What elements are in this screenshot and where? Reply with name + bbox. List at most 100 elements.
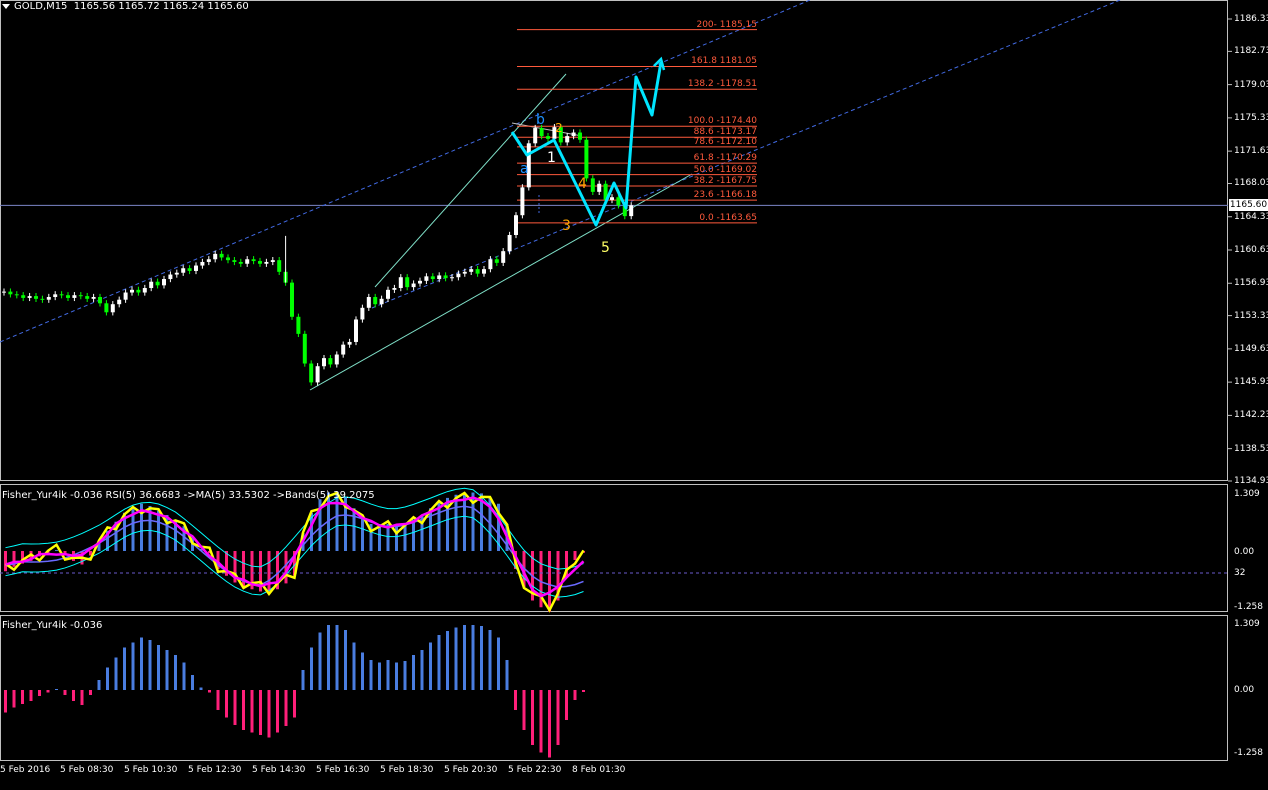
y-tick-label: 1182.73: [1234, 46, 1268, 57]
histogram-bar: [522, 690, 526, 730]
candle-body: [104, 303, 109, 313]
candle-body: [424, 276, 429, 281]
candle-body: [59, 294, 64, 296]
candle-body: [347, 341, 352, 345]
ind1-tick-top: 1.309: [1234, 489, 1260, 499]
histogram-bar: [174, 655, 177, 690]
histogram-bar: [106, 667, 109, 690]
main-chart-frame: [0, 0, 1228, 481]
histogram-bar: [344, 630, 347, 690]
histogram-bar: [429, 642, 432, 690]
candle-body: [411, 283, 416, 288]
histogram-bar: [565, 690, 568, 720]
chart-header[interactable]: GOLD,M15 1165.56 1165.72 1165.24 1165.60: [2, 1, 249, 13]
candle-body: [277, 260, 282, 272]
candle-body: [98, 297, 102, 304]
ind2-tick-top: 1.309: [1234, 619, 1260, 629]
candle-body: [232, 260, 237, 262]
candle-body: [571, 132, 576, 137]
trendline-top: [511, 122, 583, 137]
histogram-bar: [29, 690, 33, 701]
candle-body: [206, 259, 211, 262]
candle-body: [8, 291, 13, 295]
indicator1-header: Fisher_Yur4ik -0.036 RSI(5) 36.6683 ->MA…: [2, 490, 375, 501]
candle-body: [85, 296, 90, 299]
x-label-6: 5 Feb 18:30: [380, 765, 434, 775]
wave-label-a: a: [520, 161, 529, 177]
ind2-tick-zero: 0.00: [1234, 685, 1255, 695]
histogram-bar: [259, 690, 262, 735]
histogram-bar: [80, 690, 84, 705]
fib-level-label: 161.8 1181.05: [691, 56, 757, 67]
histogram-bar: [454, 627, 458, 690]
x-label-4: 5 Feb 14:30: [252, 765, 306, 775]
candle-body: [629, 205, 634, 217]
histogram-bar: [403, 661, 407, 690]
histogram-bar: [191, 675, 194, 690]
triangle-down-icon[interactable]: [2, 3, 10, 9]
candle-body: [302, 333, 307, 364]
candle-body: [386, 289, 390, 299]
candle-body: [245, 259, 250, 264]
histogram-bar: [548, 551, 551, 612]
ohlc-readout: 1165.56 1165.72 1165.24 1165.60: [73, 1, 249, 12]
candle-body: [46, 297, 51, 300]
histogram-bar: [21, 690, 24, 704]
histogram-bar: [352, 642, 356, 690]
trendline-support: [309, 173, 693, 391]
histogram-bar: [4, 690, 7, 713]
histogram-bar: [395, 662, 398, 690]
candle-body: [309, 363, 314, 383]
histogram-bar: [412, 655, 415, 690]
candle-body: [354, 319, 358, 342]
x-label-1: 5 Feb 08:30: [60, 765, 114, 775]
candle-body: [296, 316, 301, 334]
histogram-bar: [38, 690, 41, 696]
candle-body: [213, 253, 218, 260]
histogram-bar: [89, 690, 92, 695]
candle-body: [501, 251, 506, 263]
ind1-tick-zero: 0.00: [1234, 547, 1255, 557]
fib-level-label: 38.2 -1167.75: [693, 176, 757, 186]
candle-body: [578, 132, 582, 140]
histogram-bar: [284, 551, 288, 584]
histogram-bar: [284, 690, 288, 726]
candle-body: [565, 136, 570, 143]
histogram-bar: [157, 510, 160, 551]
candle-body: [219, 253, 224, 258]
fib-level-label: 61.8 -1170.29: [693, 153, 757, 164]
fib-level-label: 100.0 -1174.40: [687, 116, 757, 127]
histogram-bar: [242, 690, 245, 730]
histogram-bar: [556, 690, 560, 745]
candle-body: [507, 234, 512, 252]
candle-body: [117, 299, 122, 305]
trading-chart-window[interactable]: GOLD,M15 1165.56 1165.72 1165.24 1165.60…: [0, 0, 1268, 786]
wave-label-1: 1: [547, 150, 556, 166]
chart-canvas[interactable]: [0, 0, 1268, 786]
candle-body: [398, 277, 403, 289]
candle-body: [539, 128, 544, 137]
candle-body: [494, 259, 499, 263]
fib-level-label: 200- 1185.15: [696, 19, 757, 30]
candle-body: [590, 178, 595, 192]
histogram-bar: [148, 640, 152, 690]
histogram-bar: [72, 690, 75, 701]
histogram-bar: [488, 630, 492, 690]
trendline-channel: [374, 73, 567, 288]
fib-level-label: 23.6 -1166.18: [693, 190, 757, 201]
candle-body: [379, 298, 384, 305]
candle-body: [91, 297, 96, 299]
histogram-bar: [361, 517, 364, 551]
histogram-bar: [182, 662, 186, 690]
candle-body: [456, 273, 461, 278]
histogram-bar: [514, 690, 517, 710]
candle-body: [475, 269, 480, 274]
wave-label-4: 4: [578, 176, 587, 192]
candle-body: [610, 197, 614, 200]
fib-level-label: 78.6 -1172.10: [693, 136, 757, 147]
candle-body: [72, 295, 77, 298]
y-tick-label: 1153.33: [1234, 310, 1268, 321]
histogram-bar: [233, 690, 237, 725]
ind1-tick-level: 32: [1234, 568, 1246, 578]
x-label-2: 5 Feb 10:30: [124, 765, 178, 775]
